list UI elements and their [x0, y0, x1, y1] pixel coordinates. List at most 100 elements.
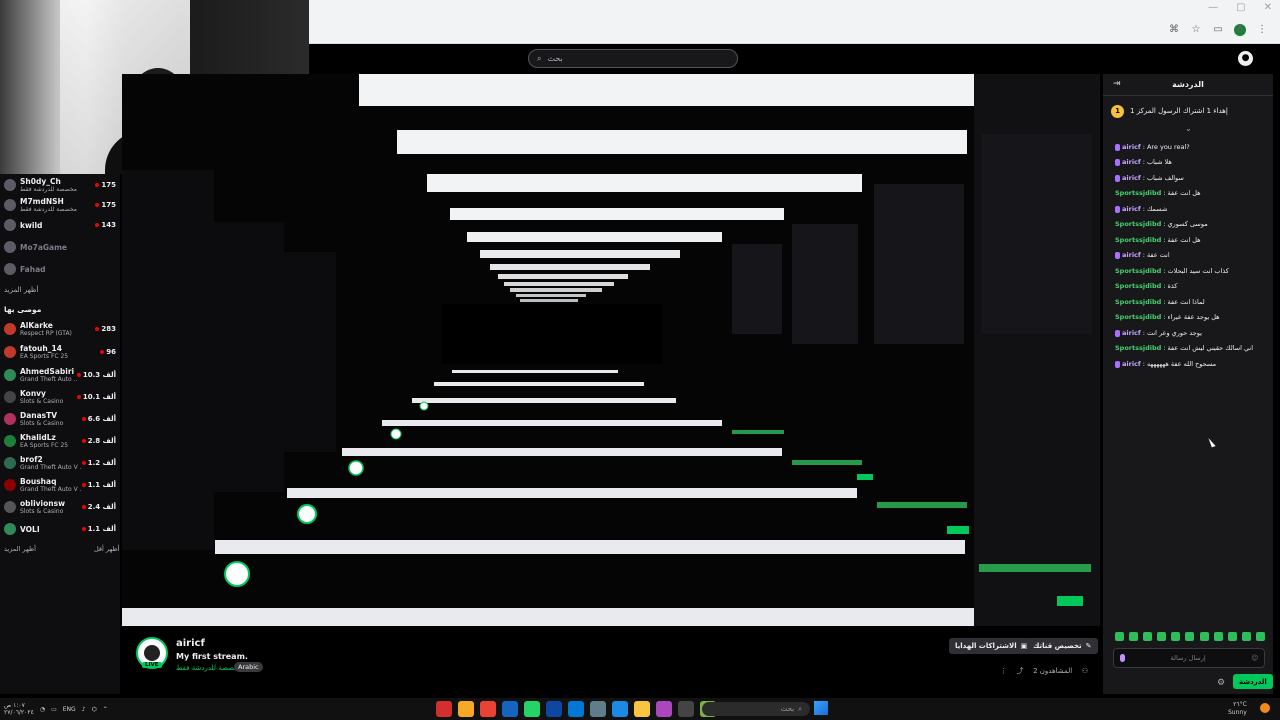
chat-username[interactable]: airicf	[1122, 251, 1141, 259]
network-icon[interactable]: ⌬	[92, 706, 97, 713]
channel-name: VOLI	[20, 524, 40, 534]
app-icon[interactable]	[502, 701, 518, 717]
emote-icon[interactable]	[1157, 632, 1167, 641]
sidebar-channel[interactable]: kwild 143	[4, 214, 116, 236]
sidebar-channel[interactable]: Fahad	[4, 258, 116, 280]
emote-icon[interactable]	[1213, 632, 1223, 641]
show-more-link[interactable]: أظهر المزيد	[4, 286, 38, 294]
stream-category[interactable]: مخصصة للدردشة فقط	[176, 664, 242, 672]
app-icon[interactable]	[546, 701, 562, 717]
channel-name[interactable]: airicf	[176, 638, 205, 649]
settings-icon[interactable]	[590, 701, 606, 717]
sidebar-channel[interactable]: brof2 Grand Theft Auto V ... 1.2 ألف	[4, 452, 116, 474]
minimize-icon[interactable]: —	[1208, 2, 1218, 13]
extensions-icon[interactable]: ▭	[1212, 24, 1224, 36]
more-options-icon[interactable]: ⋮	[1000, 667, 1007, 675]
battery-icon[interactable]: ▭	[51, 706, 57, 713]
chat-username[interactable]: Sportssjdibd	[1115, 313, 1161, 321]
share-icon[interactable]: ⤴	[1017, 666, 1024, 676]
chat-username[interactable]: airicf	[1122, 143, 1141, 151]
emote-icon[interactable]	[1129, 632, 1139, 641]
tray-chevron-icon[interactable]: ⌃	[103, 706, 108, 713]
search-input[interactable]: ⌕ بحث	[528, 49, 738, 68]
sidebar-channel[interactable]: AlKarke Respect RP (GTA) 283	[4, 318, 116, 340]
emote-icon[interactable]	[1255, 632, 1265, 641]
gift-subscriptions-button[interactable]: الاشتراكات الهدايا ▣	[949, 638, 1034, 654]
emote-icon[interactable]	[1143, 632, 1153, 641]
maximize-icon[interactable]: ▢	[1236, 2, 1245, 13]
collapse-chat-icon[interactable]: ⇥	[1113, 79, 1121, 89]
chat-username[interactable]: Sportssjdibd	[1115, 344, 1161, 352]
windows-start-icon[interactable]	[814, 701, 828, 715]
chat-username[interactable]: airicf	[1122, 205, 1141, 213]
sidebar-channel[interactable]: Mo7aGame	[4, 236, 116, 258]
emote-icon[interactable]	[1241, 632, 1251, 641]
chat-username[interactable]: airicf	[1122, 174, 1141, 182]
emote-icon[interactable]	[1171, 632, 1181, 641]
chat-username[interactable]: airicf	[1122, 329, 1141, 337]
emoji-icon[interactable]: ☺	[1251, 654, 1258, 662]
mic-icon[interactable]	[1120, 654, 1125, 662]
sidebar-channel[interactable]: AhmedSabiri Grand Theft Auto ... 10.3 ألف	[4, 364, 116, 386]
close-icon[interactable]: ✕	[1264, 2, 1272, 13]
app-icon[interactable]	[612, 701, 628, 717]
chat-username[interactable]: Sportssjdibd	[1115, 282, 1161, 290]
gear-icon[interactable]: ⚙	[1217, 678, 1225, 688]
menu-dots-icon[interactable]: ⋮	[1256, 24, 1268, 36]
chat-message: Sportssjdibd: اني اسالك حقيني ليش انت عفة	[1115, 344, 1254, 352]
sidebar-channel[interactable]: oblivionsw Slots & Casino 2.4 ألف	[4, 496, 116, 518]
user-avatar[interactable]: ●	[1238, 51, 1253, 66]
emote-icon[interactable]	[1115, 632, 1124, 641]
app-icon[interactable]	[458, 701, 474, 717]
channel-name: KhalidLz	[20, 433, 56, 442]
stream-video[interactable]	[122, 74, 1100, 626]
speaker-icon[interactable]: ♪	[82, 706, 86, 713]
chat-send-button[interactable]: الدردشة	[1233, 674, 1273, 689]
app-icon[interactable]	[656, 701, 672, 717]
mic-badge-icon	[1115, 251, 1120, 259]
emote-icon[interactable]	[1227, 632, 1237, 641]
chat-username[interactable]: Sportssjdibd	[1115, 189, 1161, 197]
sidebar-channel[interactable]: fatouh_14 EA Sports FC 25 96	[4, 341, 116, 363]
translate-icon[interactable]: ⌘	[1168, 24, 1180, 36]
sidebar-channel[interactable]: Boushaq Grand Theft Auto V ... 1.1 ألف	[4, 474, 116, 496]
weather-widget[interactable]: ٢٦°C Sunny	[1228, 701, 1270, 717]
notification-icon[interactable]: ◔	[40, 706, 45, 713]
live-dot-icon	[95, 183, 100, 187]
show-less-link[interactable]: أظهر أقل	[94, 545, 119, 553]
chevron-down-icon[interactable]: ⌄	[1185, 124, 1192, 133]
emote-icon[interactable]	[1199, 632, 1209, 641]
sidebar-channel[interactable]: M7mdNSH مخصصة للدردشة فقط 175	[4, 194, 116, 216]
browser-toolbar: — ▢ ✕ ⌘ ☆ ▭ A ⋮	[309, 0, 1280, 44]
chat-username[interactable]: airicf	[1122, 158, 1141, 166]
taskbar-search[interactable]: بحث ⌕	[702, 702, 810, 716]
live-dot-icon	[81, 439, 86, 443]
pinned-gift-banner[interactable]: 1 إهداء 1 اشتراك الرسول المركز 1	[1111, 102, 1265, 120]
chrome-icon[interactable]	[480, 701, 496, 717]
show-more-link[interactable]: أظهر المزيد	[4, 545, 36, 553]
chat-username[interactable]: Sportssjdibd	[1115, 267, 1161, 275]
edge-icon[interactable]	[568, 701, 584, 717]
bookmark-star-icon[interactable]: ☆	[1190, 24, 1202, 36]
folder-icon[interactable]	[634, 701, 650, 717]
sidebar-channel[interactable]: Sh0dy_Ch مخصصة للدردشة فقط 175	[4, 174, 116, 196]
profile-icon[interactable]: A	[1234, 24, 1246, 36]
emote-icon[interactable]	[1185, 632, 1195, 641]
chat-username[interactable]: Sportssjdibd	[1115, 298, 1161, 306]
sidebar-channel[interactable]: KhalidLz EA Sports FC 25 2.8 ألف	[4, 430, 116, 452]
clock[interactable]: ١:٠٧ ص ٢٧/٠٦/٢٠٢٤	[4, 702, 34, 716]
chat-input[interactable]: إرسال رسالة ☺	[1113, 648, 1265, 668]
recursive-screen-capture	[122, 74, 1100, 626]
sidebar-channel[interactable]: DanasTV Slots & Casino 6.6 ألف	[4, 408, 116, 430]
sidebar-channel[interactable]: Konvy Slots & Casino 10.1 ألف	[4, 386, 116, 408]
whatsapp-icon[interactable]	[524, 701, 540, 717]
language-indicator[interactable]: ENG	[63, 706, 76, 713]
app-icon[interactable]	[678, 701, 694, 717]
app-icon[interactable]	[436, 701, 452, 717]
sidebar-channel[interactable]: VOLI 1.1 ألف	[4, 518, 116, 540]
language-tag[interactable]: Arabic	[234, 662, 263, 672]
chat-username[interactable]: airicf	[1122, 360, 1141, 368]
customize-channel-button[interactable]: تخصيص قناتك ✎	[1027, 638, 1098, 654]
chat-username[interactable]: Sportssjdibd	[1115, 236, 1161, 244]
chat-username[interactable]: Sportssjdibd	[1115, 220, 1161, 228]
